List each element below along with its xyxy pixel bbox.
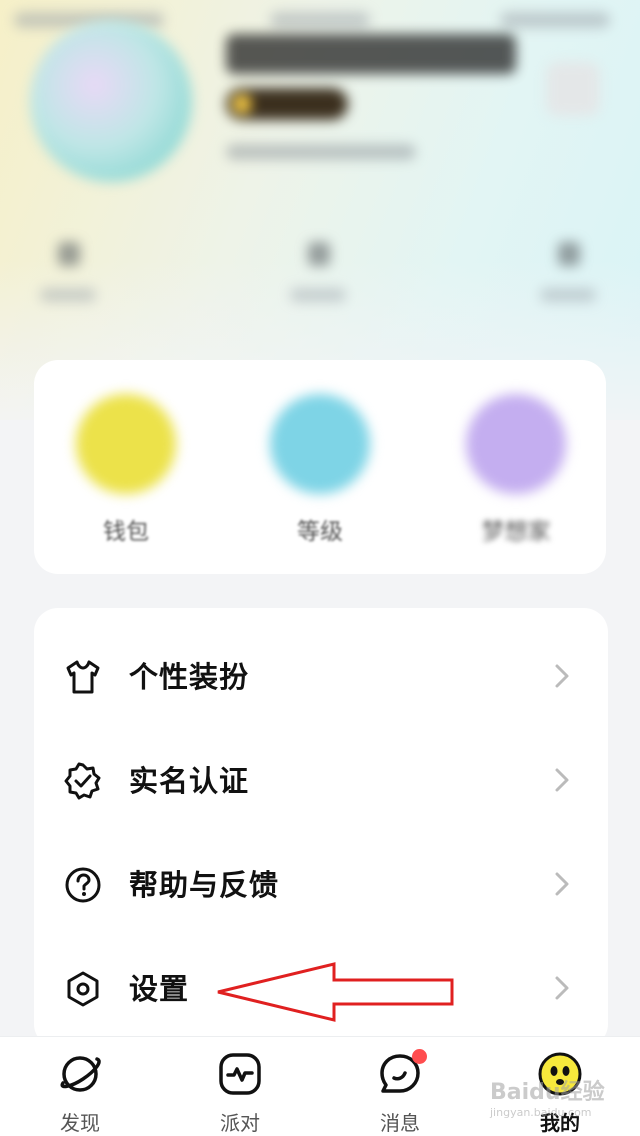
notification-dot [412,1049,427,1064]
profile-stats [0,232,640,312]
clock [270,12,370,28]
stat-left[interactable] [30,232,110,312]
shirt-icon [66,660,100,694]
tab-party[interactable]: 派对 [160,1037,320,1136]
planet-icon [60,1056,101,1092]
menu-item-label: 设置 [129,972,190,1006]
quick-action-label: 梦想家 [481,519,551,545]
quick-action-label: 钱包 [103,519,149,545]
level-icon [270,394,370,494]
stat-value [558,242,580,266]
profile-subline [226,144,416,160]
stat-label [540,288,596,302]
menu-item-dress-up[interactable]: 个性装扮 [34,624,608,728]
pulse-icon [219,1053,261,1095]
tab-label: 消息 [380,1111,420,1135]
stat-right[interactable] [530,232,610,312]
profile-username [226,34,516,74]
tab-label: 派对 [220,1111,260,1135]
watermark-text: Baidu经验 [490,1080,605,1105]
menu-item-help[interactable]: 帮助与反馈 [34,832,608,936]
chevron-right-icon [555,768,569,792]
stat-value [308,242,330,266]
quick-action-third[interactable]: 梦想家 [436,360,596,574]
wallet-icon [76,394,176,494]
profile-action-button[interactable] [546,62,600,116]
tab-messages[interactable]: 消息 [320,1037,480,1136]
menu-item-label: 个性装扮 [129,660,250,694]
vip-badge-icon [232,94,252,114]
stat-middle[interactable] [280,232,360,312]
help-icon [65,867,101,903]
stat-value [58,242,80,266]
quick-action-level[interactable]: 等级 [240,360,400,574]
chevron-right-icon [555,976,569,1000]
dream-icon [466,394,566,494]
annotation-arrow-icon [217,962,454,1022]
settings-icon [67,971,99,1007]
menu-item-label: 帮助与反馈 [129,868,280,902]
menu-item-real-name[interactable]: 实名认证 [34,728,608,832]
chevron-right-icon [555,664,569,688]
quick-actions-card: 钱包 等级 梦想家 [34,360,606,574]
battery-indicator [500,12,610,28]
vip-badge[interactable] [226,88,348,120]
chevron-right-icon [555,872,569,896]
watermark: Baidu经验 jingyan.baidu.com [490,1074,605,1119]
verified-badge-icon [64,762,101,800]
tab-label: 发现 [60,1111,100,1135]
quick-action-label: 等级 [297,519,343,545]
profile-avatar[interactable] [30,20,192,182]
stat-label [40,288,96,302]
quick-action-wallet[interactable]: 钱包 [46,360,206,574]
stat-label [290,288,346,302]
menu-item-label: 实名认证 [129,764,250,798]
tab-discover[interactable]: 发现 [0,1037,160,1136]
watermark-subtext: jingyan.baidu.com [490,1106,592,1119]
